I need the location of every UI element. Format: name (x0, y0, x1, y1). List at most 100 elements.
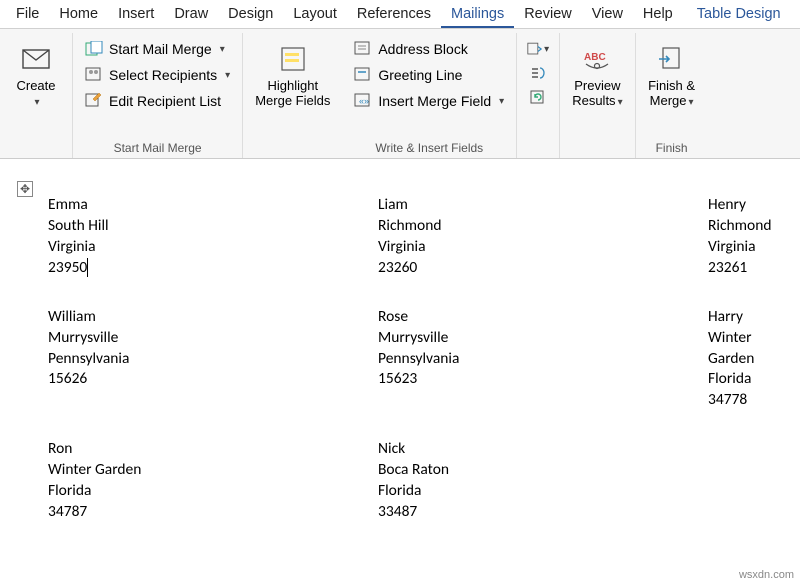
create-label: Create (16, 78, 55, 93)
recipient-state: Florida (48, 481, 378, 502)
recipient-city: Murrysville (48, 328, 378, 349)
edit-recipient-list-label: Edit Recipient List (109, 93, 221, 109)
select-recipients-label: Select Recipients (109, 67, 217, 83)
start-mail-merge-button[interactable]: Start Mail Merge ▾ (79, 37, 236, 61)
recipient-name: Rose (378, 307, 708, 328)
document-area[interactable]: ✥ Emma South Hill Virginia 23950 Liam Ri… (0, 159, 800, 523)
group-finish-label: Finish (656, 140, 688, 158)
recipient-city: Richmond (378, 216, 708, 237)
recipient-city: Winter Garden (708, 328, 800, 370)
menu-view[interactable]: View (582, 2, 633, 28)
greeting-icon (354, 66, 372, 84)
menu-draw[interactable]: Draw (164, 2, 218, 28)
recipient-zip: 15626 (48, 369, 378, 390)
update-labels-button[interactable] (527, 87, 549, 107)
menu-help[interactable]: Help (633, 2, 683, 28)
chevron-down-icon: ▾ (618, 97, 623, 108)
rules-button[interactable]: ▾ (527, 39, 549, 59)
menu-home[interactable]: Home (49, 2, 108, 28)
menu-references[interactable]: References (347, 2, 441, 28)
preview-results-button[interactable]: ABC Preview Results▾ (566, 35, 628, 113)
recipient-city: Murrysville (378, 328, 708, 349)
recipient-city: South Hill (48, 216, 378, 237)
highlight-label: Highlight Merge Fields (255, 79, 330, 109)
label-cell[interactable]: Rose Murrysville Pennsylvania 15623 (378, 307, 708, 412)
insert-merge-field-label: Insert Merge Field (378, 93, 491, 109)
recipient-state: Virginia (708, 237, 800, 258)
table-move-handle[interactable]: ✥ (17, 181, 33, 197)
recipient-zip: 23260 (378, 258, 708, 279)
label-cell[interactable]: William Murrysville Pennsylvania 15626 (48, 307, 378, 412)
edit-recipient-list-button[interactable]: Edit Recipient List (79, 89, 236, 113)
menu-design[interactable]: Design (218, 2, 283, 28)
recipients-icon (85, 66, 103, 84)
highlight-icon (277, 43, 309, 75)
svg-text:«»: «» (359, 96, 369, 106)
envelope-icon (20, 43, 52, 75)
menu-file[interactable]: File (6, 2, 49, 28)
highlight-merge-fields-button[interactable]: Highlight Merge Fields (249, 35, 336, 113)
recipient-state: Florida (378, 481, 708, 502)
recipient-name: Harry (708, 307, 800, 328)
address-block-button[interactable]: Address Block (348, 37, 510, 61)
recipient-city: Boca Raton (378, 460, 708, 481)
create-button[interactable]: Create ▾ (6, 35, 66, 113)
menu-table-design[interactable]: Table Design (687, 2, 791, 28)
label-cell[interactable]: Harry Winter Garden Florida 34778 (708, 307, 800, 412)
recipient-zip: 23261 (708, 258, 800, 279)
group-start-mail-merge: Start Mail Merge ▾ Select Recipients ▾ E… (73, 33, 243, 158)
recipient-zip: 15623 (378, 369, 708, 390)
recipient-city: Winter Garden (48, 460, 378, 481)
recipient-zip: 34778 (708, 390, 800, 411)
greeting-line-label: Greeting Line (378, 67, 462, 83)
recipient-name: Emma (48, 195, 378, 216)
greeting-line-button[interactable]: Greeting Line (348, 63, 510, 87)
label-cell[interactable]: Henry Richmond Virginia 23261 (708, 195, 800, 279)
select-recipients-button[interactable]: Select Recipients ▾ (79, 63, 236, 87)
label-cell[interactable]: Liam Richmond Virginia 23260 (378, 195, 708, 279)
group-write-insert-label: Write & Insert Fields (375, 140, 483, 158)
recipient-state: Virginia (378, 237, 708, 258)
group-rules: ▾ (517, 33, 560, 158)
recipient-zip: 23950 (48, 258, 88, 277)
menu-insert[interactable]: Insert (108, 2, 164, 28)
label-cell[interactable]: Emma South Hill Virginia 23950 (48, 195, 378, 279)
recipient-name: Nick (378, 439, 708, 460)
recipient-state: Pennsylvania (48, 349, 378, 370)
chevron-down-icon: ▾ (225, 70, 230, 81)
preview-icon: ABC (581, 43, 613, 75)
insert-merge-field-button[interactable]: «» Insert Merge Field ▾ (348, 89, 510, 113)
finish-merge-button[interactable]: Finish & Merge▾ (642, 35, 702, 113)
insert-field-icon: «» (354, 92, 372, 110)
label-cell-empty[interactable] (708, 439, 800, 523)
group-finish: Finish & Merge▾ Finish (636, 33, 708, 158)
menu-review[interactable]: Review (514, 2, 582, 28)
label-cell[interactable]: Ron Winter Garden Florida 34787 (48, 439, 378, 523)
group-highlight: Highlight Merge Fields (243, 33, 342, 158)
mailmerge-icon (85, 40, 103, 58)
ribbon: Create▾ Start Mail Merge ▾ Select (0, 29, 800, 159)
start-mail-merge-label: Start Mail Merge (109, 41, 212, 57)
recipient-name: William (48, 307, 378, 328)
menu-mailings[interactable]: Mailings (441, 2, 514, 28)
recipient-name: Ron (48, 439, 378, 460)
group-start-mail-merge-label: Start Mail Merge (114, 140, 202, 158)
edit-list-icon (85, 92, 103, 110)
label-cell[interactable]: Nick Boca Raton Florida 33487 (378, 439, 708, 523)
preview-label: Preview Results (572, 78, 620, 108)
group-write-insert: Address Block Greeting Line «» Insert Me… (342, 33, 517, 158)
recipient-zip: 34787 (48, 502, 378, 523)
menu-layout[interactable]: Layout (283, 2, 347, 28)
match-fields-button[interactable] (527, 63, 549, 83)
chevron-down-icon: ▾ (499, 96, 504, 107)
chevron-down-icon: ▾ (34, 97, 39, 108)
chevron-down-icon: ▾ (220, 44, 225, 55)
svg-text:ABC: ABC (584, 52, 606, 63)
watermark: wsxdn.com (739, 569, 794, 581)
chevron-down-icon: ▾ (544, 44, 549, 55)
recipient-zip: 33487 (378, 502, 708, 523)
labels-table: Emma South Hill Virginia 23950 Liam Rich… (30, 195, 800, 523)
recipient-city: Richmond (708, 216, 800, 237)
group-preview: ABC Preview Results▾ (560, 33, 635, 158)
group-create: Create ▾ (0, 33, 73, 158)
